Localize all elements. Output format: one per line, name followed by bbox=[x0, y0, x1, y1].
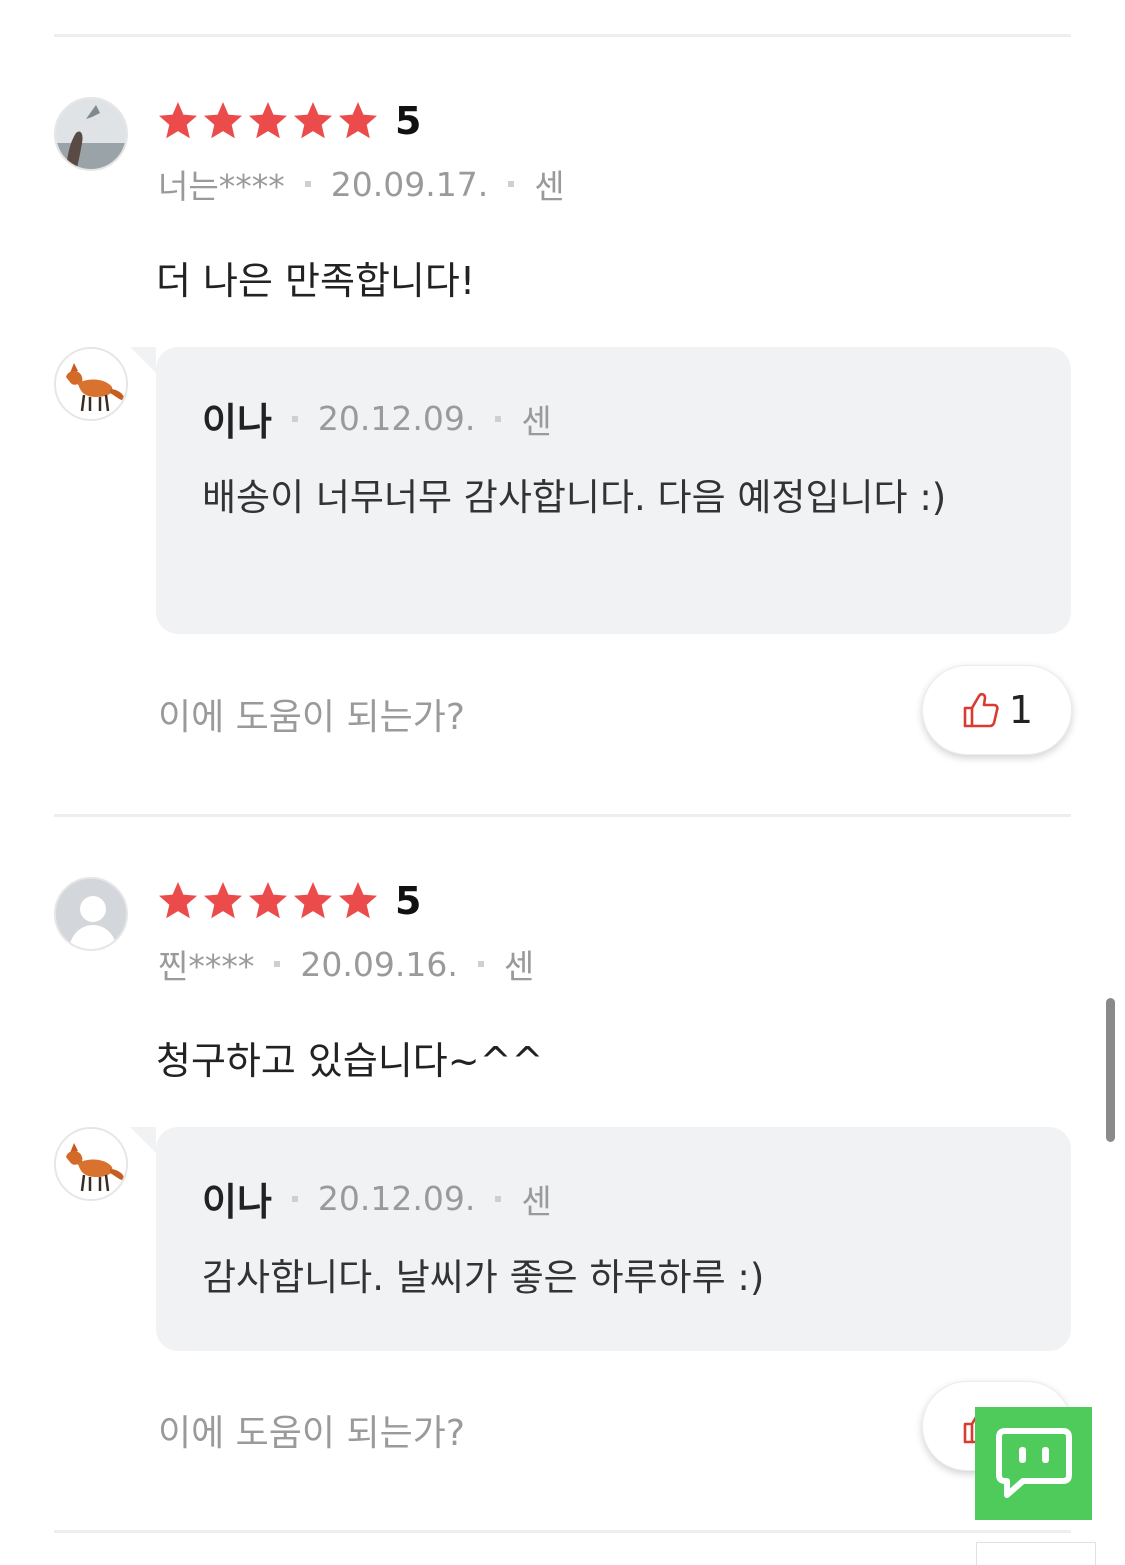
review-date: 20.09.17. bbox=[330, 164, 489, 204]
review-date: 20.09.16. bbox=[300, 944, 458, 984]
like-button[interactable]: 1 bbox=[922, 665, 1072, 755]
reply-date: 20.12.09. bbox=[317, 1179, 476, 1218]
star-icon bbox=[159, 882, 197, 919]
chat-icon bbox=[996, 1428, 1072, 1498]
star-icon bbox=[339, 102, 377, 139]
reviewer-name: 찐**** bbox=[158, 947, 255, 986]
reply-meta: 이나 20.12.09. 센 bbox=[202, 391, 552, 446]
separator-dot bbox=[477, 961, 484, 967]
review-text: 청구하고 있습니다~^^ bbox=[156, 1039, 544, 1083]
reply-seller-label: 센 bbox=[521, 1181, 552, 1221]
helpful-question: 이에 도움이 되는가? bbox=[158, 697, 465, 738]
reply-seller-label: 센 bbox=[521, 401, 552, 441]
star-rating: 5 bbox=[156, 879, 421, 923]
star-icon bbox=[204, 882, 242, 919]
seller-label: 센 bbox=[503, 947, 535, 986]
bottom-tab-edge bbox=[976, 1542, 1096, 1565]
review-divider bbox=[54, 814, 1071, 817]
replier-name: 이나 bbox=[202, 400, 272, 444]
separator-dot bbox=[304, 181, 311, 187]
star-icon bbox=[339, 882, 377, 919]
separator-dot bbox=[274, 961, 281, 967]
seller-reply: 이나 20.12.09. 센 감사합니다. 날씨가 좋은 하루하루 :) bbox=[130, 1127, 1071, 1351]
scrollbar[interactable] bbox=[1106, 998, 1115, 1142]
separator-dot bbox=[291, 415, 298, 422]
reply-text: 감사합니다. 날씨가 좋은 하루하루 :) bbox=[202, 1256, 765, 1299]
chat-button[interactable] bbox=[975, 1407, 1092, 1520]
reply-text: 배송이 너무너무 감사합니다. 다음 예정입니다 :) bbox=[202, 476, 947, 519]
default-avatar[interactable] bbox=[54, 877, 128, 951]
fox-avatar bbox=[54, 1127, 128, 1201]
star-icon bbox=[294, 882, 332, 919]
helpful-question: 이에 도움이 되는가? bbox=[158, 1413, 465, 1454]
replier-name: 이나 bbox=[202, 1180, 272, 1224]
fox-avatar bbox=[54, 347, 128, 421]
review-meta: 찐**** 20.09.16. 센 bbox=[158, 940, 534, 988]
star-icon bbox=[249, 882, 287, 919]
rating-score: 5 bbox=[395, 99, 422, 143]
separator-dot bbox=[508, 181, 515, 187]
reviewer-name: 너는**** bbox=[158, 167, 285, 206]
seller-label: 센 bbox=[534, 167, 565, 206]
star-icon bbox=[294, 102, 332, 139]
separator-dot bbox=[495, 415, 502, 422]
review-divider bbox=[54, 1530, 1071, 1533]
user-avatar[interactable] bbox=[54, 97, 128, 171]
star-icon bbox=[159, 102, 197, 139]
rating-score: 5 bbox=[395, 879, 422, 923]
separator-dot bbox=[495, 1195, 502, 1202]
star-rating: 5 bbox=[156, 99, 421, 143]
top-divider bbox=[54, 34, 1071, 37]
seller-reply: 이나 20.12.09. 센 배송이 너무너무 감사합니다. 다음 예정입니다 … bbox=[130, 347, 1071, 634]
star-icon bbox=[249, 102, 287, 139]
review-meta: 너는**** 20.09.17. 센 bbox=[158, 160, 565, 208]
review-text: 더 나은 만족합니다! bbox=[156, 259, 476, 303]
reply-meta: 이나 20.12.09. 센 bbox=[202, 1171, 552, 1226]
star-icon bbox=[204, 102, 242, 139]
thumbs-up-icon bbox=[963, 692, 999, 728]
like-count: 1 bbox=[1008, 688, 1034, 732]
reply-date: 20.12.09. bbox=[317, 399, 476, 438]
separator-dot bbox=[291, 1195, 298, 1202]
